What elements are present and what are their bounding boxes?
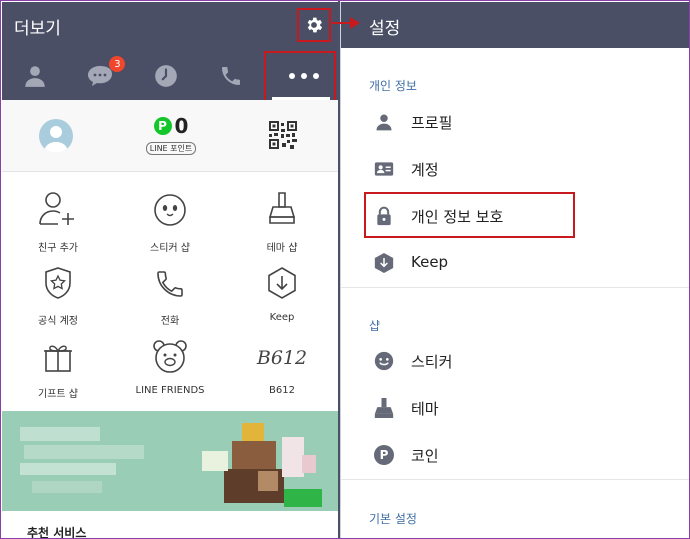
item-label: 프로필	[411, 114, 453, 132]
grid-label: 기프트 샵	[38, 389, 78, 400]
screenshot-frame: 더보기 3 P 0 LINE 포인트 친구 추가 스티커 샵 테마 샵 공식 계…	[0, 0, 690, 539]
coin-icon: P	[374, 445, 394, 465]
unread-badge: 3	[109, 56, 126, 72]
brush-icon	[374, 398, 394, 418]
keep-hex-icon	[374, 253, 394, 273]
settings-gear-highlight[interactable]	[297, 8, 331, 42]
grid-theme-shop[interactable]: 테마 샵	[226, 187, 338, 254]
grid-gift-shop[interactable]: 기프트 샵	[2, 333, 114, 400]
privacy-highlight	[364, 192, 575, 238]
phone-icon	[221, 67, 240, 85]
item-label: 스티커	[411, 353, 453, 371]
section-personal-info: 개인 정보	[369, 79, 417, 93]
profile-row: P 0 LINE 포인트	[2, 100, 338, 172]
promo-banner[interactable]	[2, 411, 338, 511]
settings-title: 설정	[369, 19, 401, 39]
grid-line-friends[interactable]: LINE FRIENDS	[114, 333, 226, 396]
smiley-icon	[374, 351, 394, 371]
grid-label: 스티커 샵	[150, 243, 190, 254]
grid-sticker-shop[interactable]: 스티커 샵	[114, 187, 226, 254]
line-friends-icon	[153, 340, 187, 373]
settings-item-account[interactable]: 계정	[341, 146, 689, 192]
item-label: 코인	[411, 447, 439, 465]
more-screen: 더보기 3 P 0 LINE 포인트 친구 추가 스티커 샵 테마 샵 공식 계…	[2, 2, 338, 539]
gear-icon[interactable]	[304, 15, 324, 35]
grid-keep[interactable]: Keep	[226, 260, 338, 323]
theme-shop-icon	[268, 192, 296, 224]
settings-item-sticker[interactable]: 스티커	[341, 338, 689, 384]
section-shop: 샵	[369, 319, 381, 333]
more-title: 더보기	[14, 19, 61, 39]
section-divider	[341, 287, 689, 288]
points-value: 0	[174, 114, 189, 138]
settings-item-profile[interactable]: 프로필	[341, 99, 689, 145]
tab-chats[interactable]: 3	[67, 52, 132, 100]
settings-screen: 설정 개인 정보 프로필 계정 개인 정보 보호 Keep 샵 스티커 테마 P…	[340, 2, 689, 538]
grid-label: Keep	[269, 312, 295, 323]
grid-add-friend[interactable]: 친구 추가	[2, 187, 114, 254]
grid-label: B612	[269, 385, 295, 396]
point-p-icon: P	[153, 117, 172, 135]
tab-timeline[interactable]	[133, 52, 198, 100]
settings-header: 설정	[341, 2, 689, 48]
settings-item-coin[interactable]: P 코인	[341, 432, 689, 478]
default-avatar-icon	[44, 126, 68, 153]
grid-label: 테마 샵	[266, 243, 298, 254]
sticker-shop-icon	[154, 194, 186, 226]
line-points[interactable]: P 0 LINE 포인트	[141, 116, 201, 155]
recommend-section-title: 추천 서비스	[27, 526, 87, 539]
qr-code-icon[interactable]	[269, 121, 297, 149]
call-icon	[157, 271, 183, 297]
gift-shop-icon	[44, 345, 72, 372]
avatar[interactable]	[39, 119, 73, 153]
grid-label: 전화	[160, 316, 180, 327]
grid-label: LINE FRIENDS	[135, 385, 205, 396]
b612-icon: B612	[256, 347, 308, 369]
grid-label: 공식 계정	[38, 316, 78, 327]
service-grid: 친구 추가 스티커 샵 테마 샵 공식 계정 전화 Keep 기프트 샵 LIN…	[2, 173, 338, 411]
item-label: 테마	[411, 400, 439, 418]
pointer-arrow-icon	[332, 17, 360, 29]
section-divider	[341, 479, 689, 480]
section-basic-settings: 기본 설정	[369, 512, 417, 526]
grid-b612[interactable]: B612 B612	[226, 333, 338, 396]
keep-icon	[268, 267, 296, 299]
grid-call[interactable]: 전화	[114, 260, 226, 327]
account-card-icon	[374, 162, 394, 176]
points-label: LINE 포인트	[145, 142, 197, 155]
clock-icon	[154, 65, 177, 87]
tab-friends[interactable]	[2, 52, 67, 100]
settings-item-theme[interactable]: 테마	[341, 385, 689, 431]
settings-item-keep[interactable]: Keep	[341, 240, 689, 286]
add-friend-icon	[39, 192, 74, 225]
item-label: 계정	[411, 161, 439, 179]
item-label: Keep	[411, 253, 449, 271]
official-account-icon	[45, 267, 71, 299]
tab-calls[interactable]	[198, 52, 263, 100]
grid-official-account[interactable]: 공식 계정	[2, 260, 114, 327]
grid-label: 친구 추가	[38, 243, 78, 254]
person-icon	[24, 66, 45, 87]
profile-icon	[376, 114, 392, 131]
